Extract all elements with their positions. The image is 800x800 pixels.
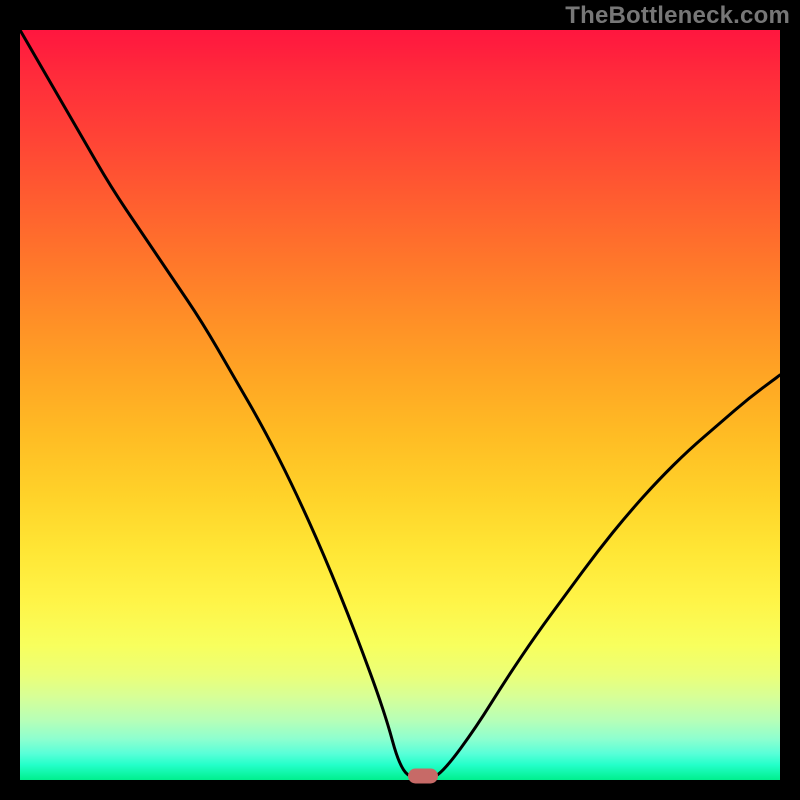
chart-wrapper: TheBottleneck.com [0, 0, 800, 800]
watermark-text: TheBottleneck.com [565, 2, 790, 30]
curve-path [20, 30, 780, 780]
bottleneck-curve [20, 30, 780, 780]
optimal-point-marker [408, 769, 438, 784]
plot-area [20, 30, 780, 780]
